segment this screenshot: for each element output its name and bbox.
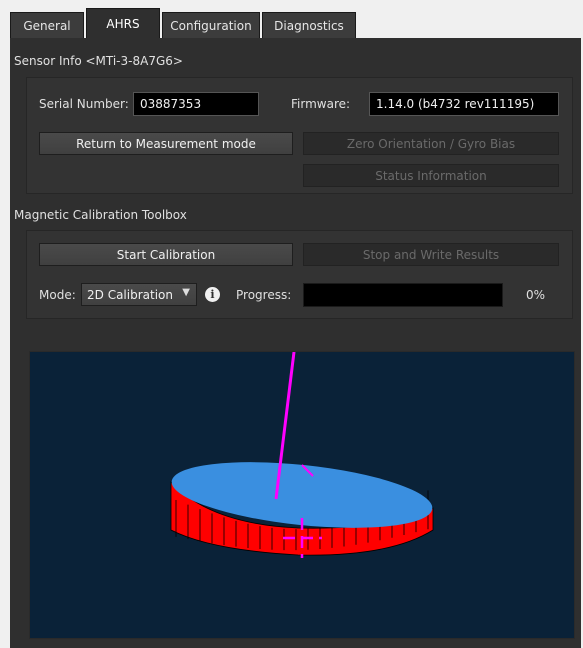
calibration-progress-bar [303,283,503,307]
mode-select-value: 2D Calibration [87,287,173,302]
progress-percent: 0% [526,288,546,302]
zero-orientation-button[interactable]: Zero Orientation / Gyro Bias [303,132,559,155]
sensor-info-group: Serial Number: 03887353 Firmware: 1.14.0… [26,77,573,194]
tab-configuration[interactable]: Configuration [162,12,260,38]
return-to-measurement-button[interactable]: Return to Measurement mode [39,132,293,155]
orientation-3d-view[interactable] [29,351,575,639]
firmware-field[interactable]: 1.14.0 (b4732 rev111195) [369,92,559,116]
ahrs-panel: General AHRS Configuration Diagnostics S… [10,8,581,648]
mode-select[interactable]: 2D Calibration ▼ [81,283,197,306]
tab-bar: General AHRS Configuration Diagnostics [10,8,581,38]
start-calibration-button[interactable]: Start Calibration [39,243,293,266]
mode-label: Mode: [39,288,76,302]
firmware-label: Firmware: [291,97,351,111]
sensor-info-title: Sensor Info <MTi-3-8A7G6> [14,54,183,68]
mag-cal-group: Start Calibration Stop and Write Results… [26,230,573,319]
progress-label: Progress: [236,288,292,302]
tab-diagnostics[interactable]: Diagnostics [262,12,356,38]
tab-general[interactable]: General [10,12,84,38]
info-icon[interactable]: i [205,287,220,302]
serial-number-field[interactable]: 03887353 [133,92,259,116]
orientation-3d-svg [170,351,434,558]
status-information-button[interactable]: Status Information [303,164,559,187]
chevron-down-icon: ▼ [182,287,190,298]
stop-and-write-button[interactable]: Stop and Write Results [303,243,559,266]
tab-ahrs[interactable]: AHRS [86,8,160,38]
serial-number-label: Serial Number: [39,97,129,111]
mag-cal-title: Magnetic Calibration Toolbox [14,208,187,222]
